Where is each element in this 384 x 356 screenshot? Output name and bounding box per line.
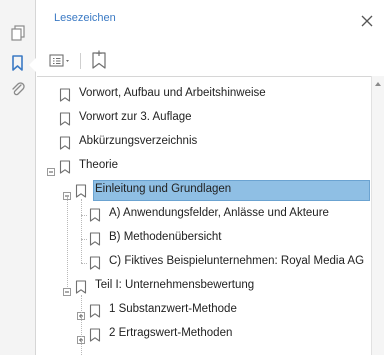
bookmark-row[interactable]: B) Methodenübersicht [37, 227, 371, 251]
bookmarks-panel: Lesezeichen Vorwort, Aufbau und Arbeitsh… [37, 0, 384, 356]
bookmark-label: Theorie [79, 159, 118, 171]
bookmark-icon [59, 88, 71, 102]
bookmark-row[interactable]: 1 Substanzwert-Methode [37, 299, 371, 323]
bookmark-label: 2 Ertragswert-Methoden [109, 327, 233, 339]
bookmark-label: A) Anwendungsfelder, Anlässe und Akteure [109, 207, 329, 219]
panel-header: Lesezeichen [37, 0, 384, 36]
bookmark-panel-icon[interactable] [9, 54, 27, 72]
active-panel-pointer [29, 58, 36, 72]
bookmark-row[interactable]: A) Anwendungsfelder, Anlässe und Akteure [37, 203, 371, 227]
new-bookmark-icon[interactable] [89, 49, 109, 71]
close-icon[interactable] [360, 14, 374, 28]
bookmark-label: Abkürzungsverzeichnis [79, 135, 198, 147]
bookmark-row[interactable]: 2 Ertragswert-Methoden [37, 323, 371, 347]
bookmark-icon [59, 112, 71, 126]
bookmark-row[interactable]: Teil I: Unternehmensbewertung [37, 275, 371, 299]
bookmark-icon [89, 208, 101, 222]
navigation-rail [0, 0, 36, 355]
bookmark-row[interactable]: C) Fiktives Beispielunternehmen: Royal M… [37, 251, 371, 275]
tree-connector [81, 263, 87, 264]
bookmark-row[interactable]: Theorie [37, 155, 371, 179]
toolbar-divider [80, 53, 81, 69]
bookmark-icon [89, 304, 101, 318]
bookmark-row[interactable]: Einleitung und Grundlagen [37, 179, 371, 203]
bookmark-row[interactable]: Vorwort zur 3. Auflage [37, 107, 371, 131]
bookmark-label: B) Methodenübersicht [109, 231, 222, 243]
paperclip-icon[interactable] [9, 80, 27, 98]
bookmark-icon [75, 184, 87, 198]
panel-title: Lesezeichen [54, 12, 116, 24]
bookmark-label: C) Fiktives Beispielunternehmen: Royal M… [109, 255, 365, 267]
tree-guide-line [67, 197, 68, 287]
bookmark-label: 1 Substanzwert-Methode [109, 303, 237, 315]
collapse-icon[interactable] [47, 163, 55, 176]
bookmark-row[interactable]: Abkürzungsverzeichnis [37, 131, 371, 155]
vertical-scrollbar[interactable] [371, 76, 384, 355]
bookmark-icon [89, 232, 101, 246]
bookmark-row[interactable]: Vorwort, Aufbau und Arbeitshinweise [37, 83, 371, 107]
tree-guide-line [81, 295, 82, 356]
bookmark-label: Einleitung und Grundlagen [95, 183, 232, 195]
bookmark-tree: Vorwort, Aufbau und Arbeitshinweise Vorwo… [37, 76, 371, 356]
collapse-icon[interactable] [63, 187, 71, 200]
bookmark-icon [75, 280, 87, 294]
bookmark-label: Vorwort, Aufbau und Arbeitshinweise [79, 87, 266, 99]
scroll-up-arrow[interactable] [375, 82, 381, 86]
pages-icon[interactable] [9, 24, 27, 42]
bookmark-icon [59, 136, 71, 150]
options-menu-button[interactable] [48, 51, 74, 71]
bookmark-icon [89, 256, 101, 270]
bookmark-icon [89, 328, 101, 342]
bookmark-label: Teil I: Unternehmensbewertung [95, 279, 255, 291]
bookmark-label: Vorwort zur 3. Auflage [79, 111, 192, 123]
bookmark-icon [59, 160, 71, 174]
bookmark-toolbar [37, 46, 384, 76]
tree-guide-line [81, 199, 82, 263]
